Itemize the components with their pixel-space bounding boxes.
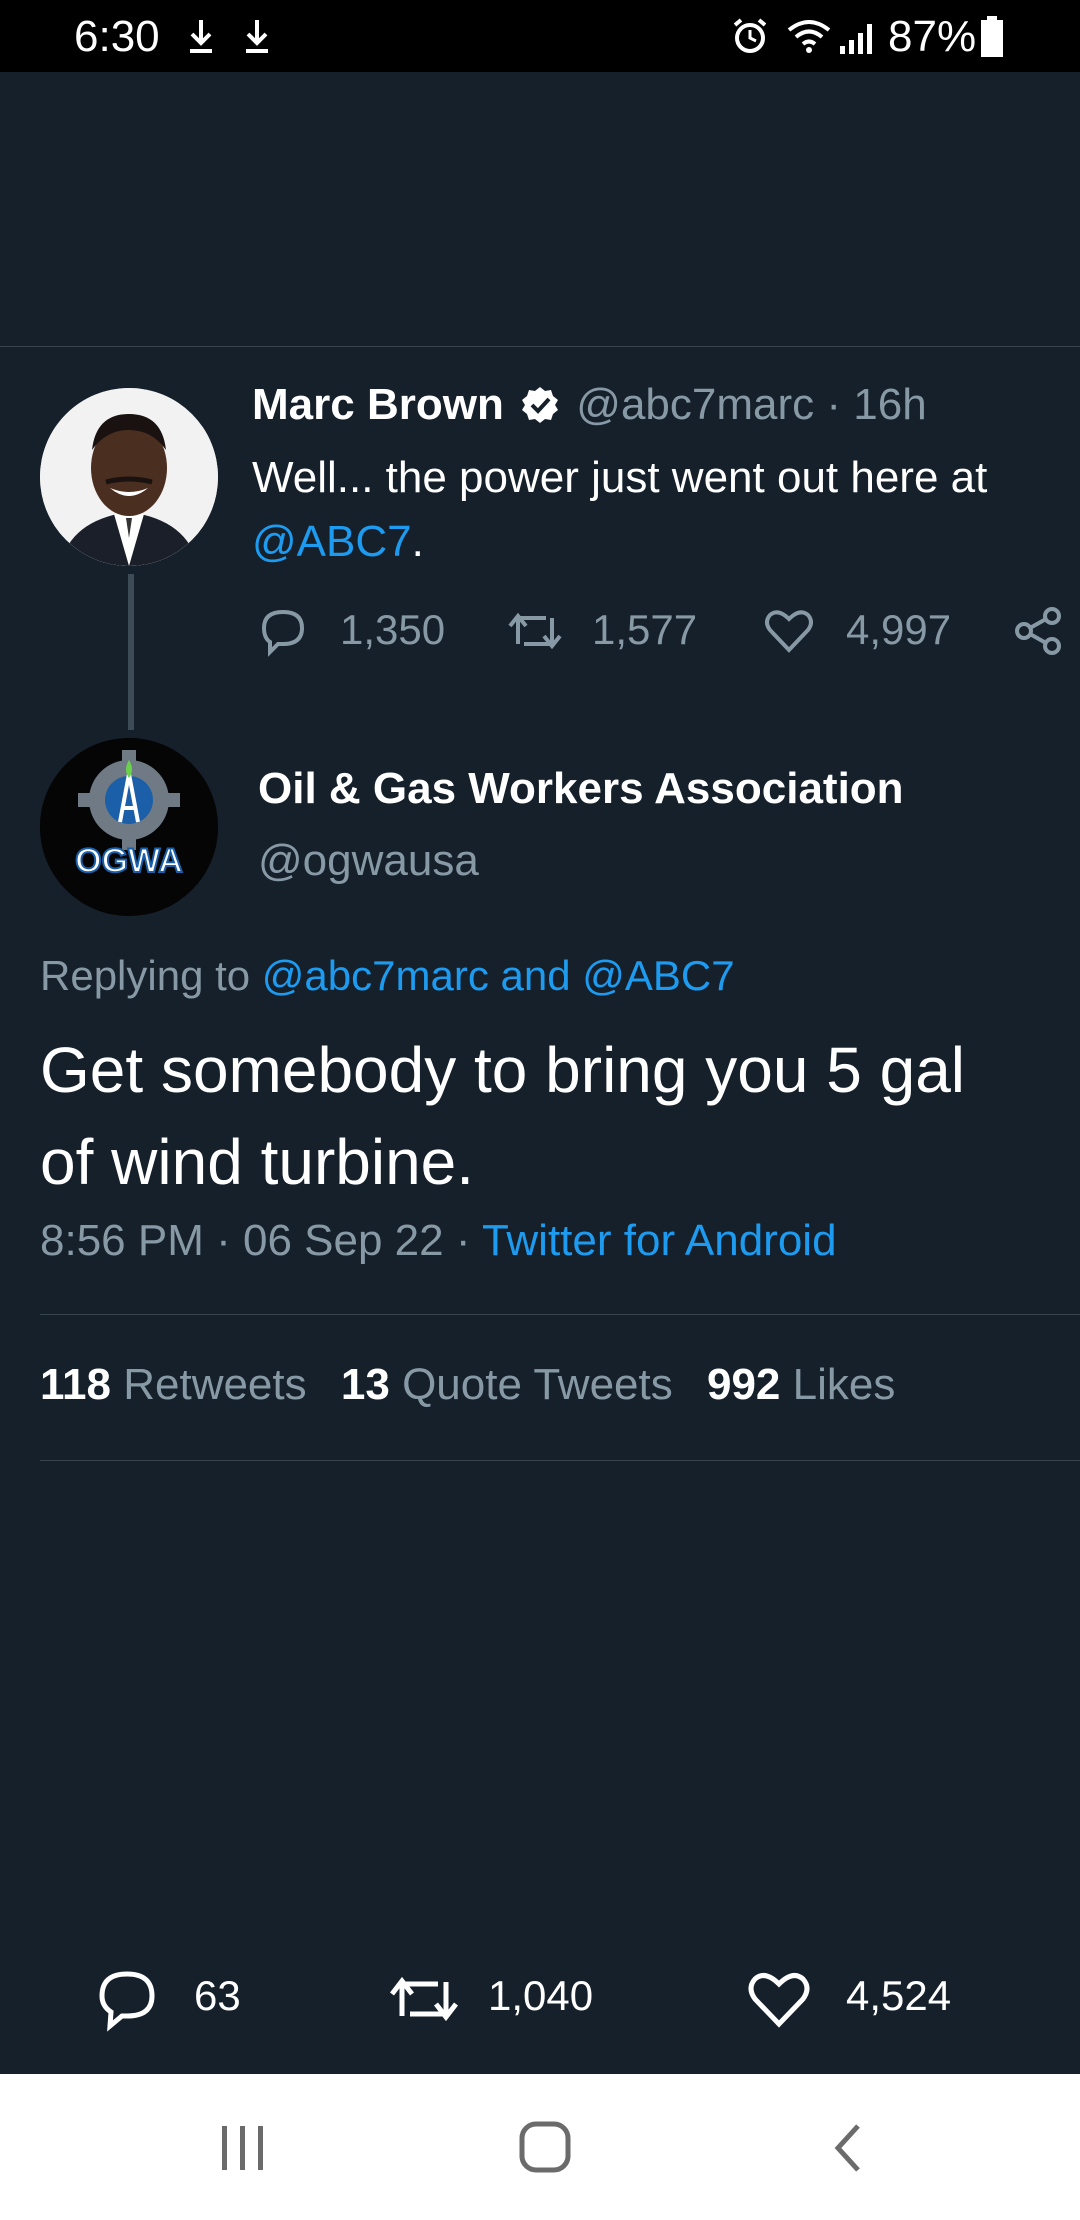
reply-icon [261, 609, 305, 657]
divider [40, 1314, 1080, 1315]
avatar[interactable] [40, 388, 218, 566]
engagement-stats: 118 Retweets 13 Quote Tweets 992 Likes [40, 1360, 895, 1410]
back-icon[interactable] [830, 2122, 866, 2174]
quotes-label: Quote Tweets [402, 1360, 673, 1409]
share-button[interactable] [1012, 604, 1066, 658]
bottom-retweet-button[interactable] [386, 1968, 462, 2030]
reply-icon [99, 1971, 155, 2032]
main-tweet-text: Get somebody to bring you 5 gal of wind … [40, 1024, 1080, 1208]
tweet-text-line-1: Get somebody to bring you 5 gal [40, 1034, 965, 1106]
retweets-stat[interactable]: 118 Retweets [40, 1360, 307, 1409]
tweet-date: 06 Sep 22 [243, 1216, 444, 1265]
replying-prefix: Replying to [40, 952, 251, 999]
likes-stat[interactable]: 992 Likes [707, 1360, 895, 1409]
wifi-icon [787, 20, 831, 53]
parent-tweet-text: Well... the power just went out here at … [252, 446, 1080, 574]
divider [40, 1460, 1080, 1461]
like-count: 4,997 [846, 606, 952, 653]
separator-dot: · [826, 380, 842, 429]
tweet-text-line-2: of wind turbine. [40, 1126, 475, 1198]
retweet-count: 1,577 [592, 606, 698, 653]
status-bar: 6:30 87% [0, 0, 1080, 72]
mention-link[interactable]: @ABC7 [252, 517, 412, 566]
home-icon[interactable] [518, 2120, 572, 2174]
heart-icon [765, 610, 813, 653]
download-icon [246, 20, 268, 53]
bottom-retweet-count: 1,040 [488, 1972, 594, 2019]
ogwa-logo-icon: OGWA [40, 738, 218, 916]
quotes-stat[interactable]: 13 Quote Tweets [341, 1360, 673, 1409]
logo-text: OGWA [75, 842, 183, 880]
reply-count: 1,350 [340, 606, 446, 653]
bottom-reply-count: 63 [194, 1972, 241, 2019]
alarm-icon [733, 18, 767, 53]
replying-users-link[interactable]: @abc7marc and @ABC7 [262, 952, 735, 999]
battery-icon [981, 16, 1003, 57]
bottom-like-button[interactable] [746, 1966, 812, 2032]
likes-count: 992 [706, 1360, 781, 1409]
share-icon [1015, 607, 1061, 655]
likes-label: Likes [792, 1360, 896, 1409]
status-time: 6:30 [74, 12, 160, 61]
separator-dot: · [455, 1216, 471, 1265]
signal-icon [840, 24, 872, 54]
bottom-like-count: 4,524 [846, 1972, 952, 2019]
like-button[interactable] [762, 604, 816, 658]
recent-apps-icon[interactable] [220, 2124, 266, 2172]
quotes-count: 13 [340, 1360, 390, 1409]
battery-percentage: 87% [888, 12, 977, 61]
author-handle[interactable]: @abc7marc [576, 380, 814, 429]
heart-icon [748, 1972, 810, 2028]
avatar[interactable]: OGWA [40, 738, 218, 916]
tweet-source-link[interactable]: Twitter for Android [482, 1216, 837, 1265]
tweet-time: 8:56 PM [40, 1216, 204, 1265]
retweets-label: Retweets [123, 1360, 307, 1409]
trailing-text: . [411, 517, 424, 566]
top-divider [0, 346, 1080, 347]
parent-tweet-header: Marc Brown @abc7marc · 16h [252, 380, 927, 430]
tweet-time: 16h [853, 380, 927, 429]
android-navigation-bar [0, 2074, 1080, 2220]
author-name[interactable]: Marc Brown [252, 380, 504, 429]
main-author-name[interactable]: Oil & Gas Workers Association [258, 764, 904, 814]
marc-brown-avatar-image [40, 388, 218, 566]
thread-connector-line [128, 574, 134, 730]
verified-badge-icon [522, 387, 559, 423]
reply-button[interactable] [256, 604, 310, 658]
retweet-button[interactable] [504, 604, 566, 658]
main-author-handle[interactable]: @ogwausa [258, 836, 479, 886]
retweet-icon [508, 612, 562, 650]
download-icon [190, 20, 212, 53]
retweet-icon [390, 1976, 458, 2022]
retweets-count: 118 [40, 1360, 111, 1409]
tweet-meta: 8:56 PM · 06 Sep 22 · Twitter for Androi… [40, 1216, 837, 1266]
tweet-text: Well... the power just went out here at [252, 453, 988, 502]
replying-to: Replying to @abc7marc and @ABC7 [40, 952, 735, 1000]
separator-dot: · [216, 1216, 231, 1265]
bottom-reply-button[interactable] [94, 1966, 160, 2032]
